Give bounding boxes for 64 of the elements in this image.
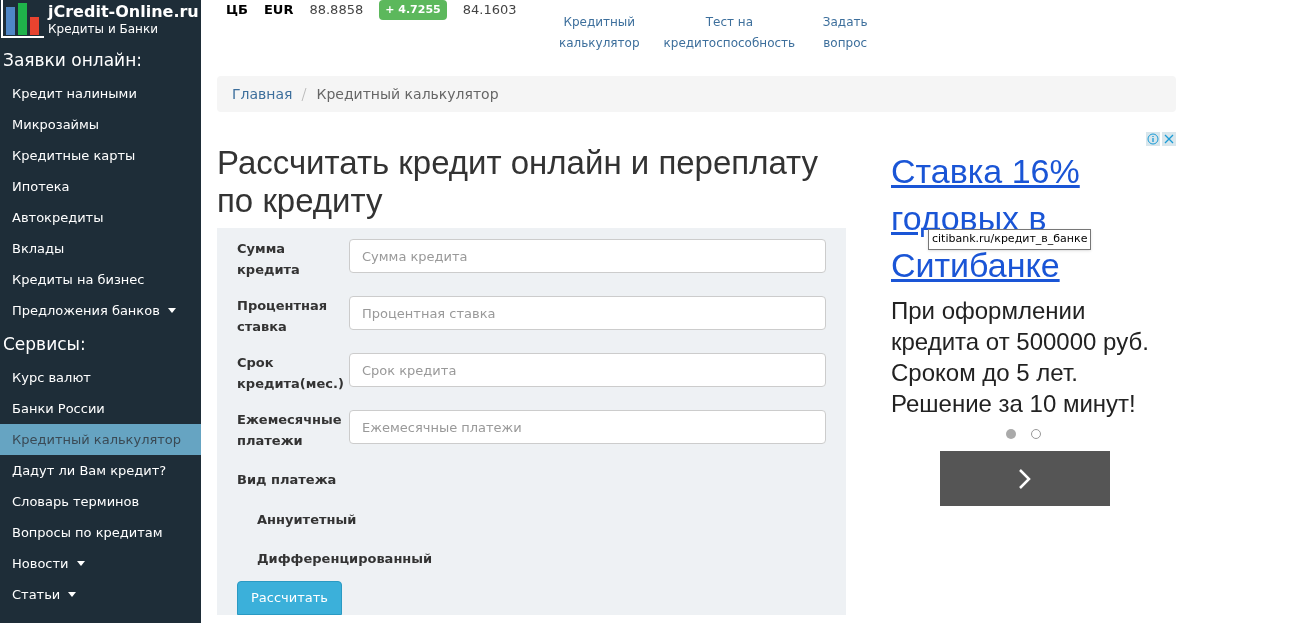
sidebar-item-label: Кредиты на бизнес — [12, 270, 145, 289]
close-icon[interactable] — [1162, 132, 1176, 146]
sidebar-item[interactable]: Вопросы по кредитам — [0, 517, 201, 548]
sidebar-item[interactable]: Кредитные карты — [0, 140, 201, 171]
rate-change-badge: + 4.7255 — [379, 0, 447, 20]
sidebar-item[interactable]: Ипотека — [0, 171, 201, 202]
sidebar-item-label: Статьи — [12, 585, 61, 604]
sidebar-item-label: Дадут ли Вам кредит? — [12, 461, 167, 480]
field-label: Процентная ставка — [237, 297, 329, 336]
sidebar-item-label: Вклады — [12, 239, 65, 258]
logo-subtitle: Кредиты и Банки — [48, 21, 159, 37]
info-icon[interactable] — [1146, 132, 1160, 146]
payment-option[interactable]: Аннуитетный — [257, 509, 826, 529]
sidebar-item[interactable]: Микрозаймы — [0, 109, 201, 140]
bar-chart-logo-icon — [0, 0, 44, 39]
sidebar-item[interactable]: Вклады — [0, 233, 201, 264]
sidebar-item-label: Ипотека — [12, 177, 70, 196]
sidebar-item[interactable]: Словарь терминов — [0, 486, 201, 517]
input-field[interactable]: Процентная ставка — [349, 296, 826, 330]
sidebar-item[interactable]: Банки России — [0, 393, 201, 424]
breadcrumb-item[interactable]: Главная — [232, 83, 293, 105]
field-label: Ежемесячные платежи — [237, 411, 343, 450]
sidebar-item[interactable]: Кредиты на бизнес — [0, 264, 201, 295]
logo-title[interactable]: jCredit-Online.ru — [48, 1, 199, 22]
sidebar-item[interactable]: Кредит налиными — [0, 78, 201, 109]
sidebar-item-label: Кредитные карты — [12, 146, 136, 165]
payment-option[interactable]: Дифференцированный — [257, 549, 826, 569]
chevron-right-icon — [1017, 467, 1032, 490]
sidebar-item[interactable]: Дадут ли Вам кредит? — [0, 455, 201, 486]
page-heading: Рассчитать кредит онлайн и переплату по кредиту — [217, 144, 820, 220]
sidebar-item[interactable]: Предложения банков — [0, 295, 201, 326]
ad-text: При оформлении кредита от 500000 руб. Сроком до 5 лет. Решение за 10 минут! — [891, 296, 1150, 419]
breadcrumb-separator-icon — [301, 87, 308, 101]
sidebar-item-label: Новости — [12, 554, 69, 573]
input-field[interactable]: Ежемесячные платежи — [349, 410, 826, 444]
sidebar-item-label: Банки России — [12, 399, 105, 418]
sidebar-item-label: Курс валют — [12, 368, 91, 387]
input-field[interactable]: Срок кредита — [349, 353, 826, 387]
input-field[interactable]: Сумма кредита — [349, 239, 826, 273]
breadcrumb-item: Кредитный калькулятор — [316, 84, 499, 104]
ad-headline-link[interactable]: Ставка 16% — [891, 148, 1080, 195]
sidebar-item-label: Автокредиты — [12, 208, 104, 227]
field-label: Срок кредита(мес.) — [237, 354, 345, 393]
sidebar-item-label: Микрозаймы — [12, 115, 100, 134]
rate-value: 84.1603 — [462, 1, 517, 19]
nav-link[interactable]: Кредитный калькулятор — [559, 12, 640, 76]
sidebar-item[interactable]: Автокредиты — [0, 202, 201, 233]
rate-value: 88.8858 — [309, 1, 364, 19]
sidebar-item-label: Словарь терминов — [12, 492, 140, 511]
field-label: Сумма кредита — [237, 240, 301, 279]
sidebar-item-label: Кредитный калькулятор — [12, 430, 182, 449]
nav-link[interactable]: Задать вопрос — [819, 12, 872, 76]
rate-currency: EUR — [264, 1, 294, 19]
sidebar-item-label: Вопросы по кредитам — [12, 523, 163, 542]
nav-link[interactable]: Тест на кредитоспособность — [663, 12, 796, 76]
field-label: Вид платежа — [237, 471, 338, 489]
sidebar-item-label: Кредит налиными — [12, 84, 137, 103]
sidebar-item[interactable]: Новости — [0, 548, 201, 579]
rate-source: ЦБ — [226, 1, 248, 19]
sidebar-item[interactable]: Статьи — [0, 579, 201, 610]
sidebar-heading: Сервисы: — [2, 333, 87, 357]
sidebar-heading: Заявки онлайн: — [2, 49, 143, 73]
sidebar-item[interactable]: Курс валют — [0, 362, 201, 393]
sidebar-item-label: Предложения банков — [12, 301, 160, 320]
